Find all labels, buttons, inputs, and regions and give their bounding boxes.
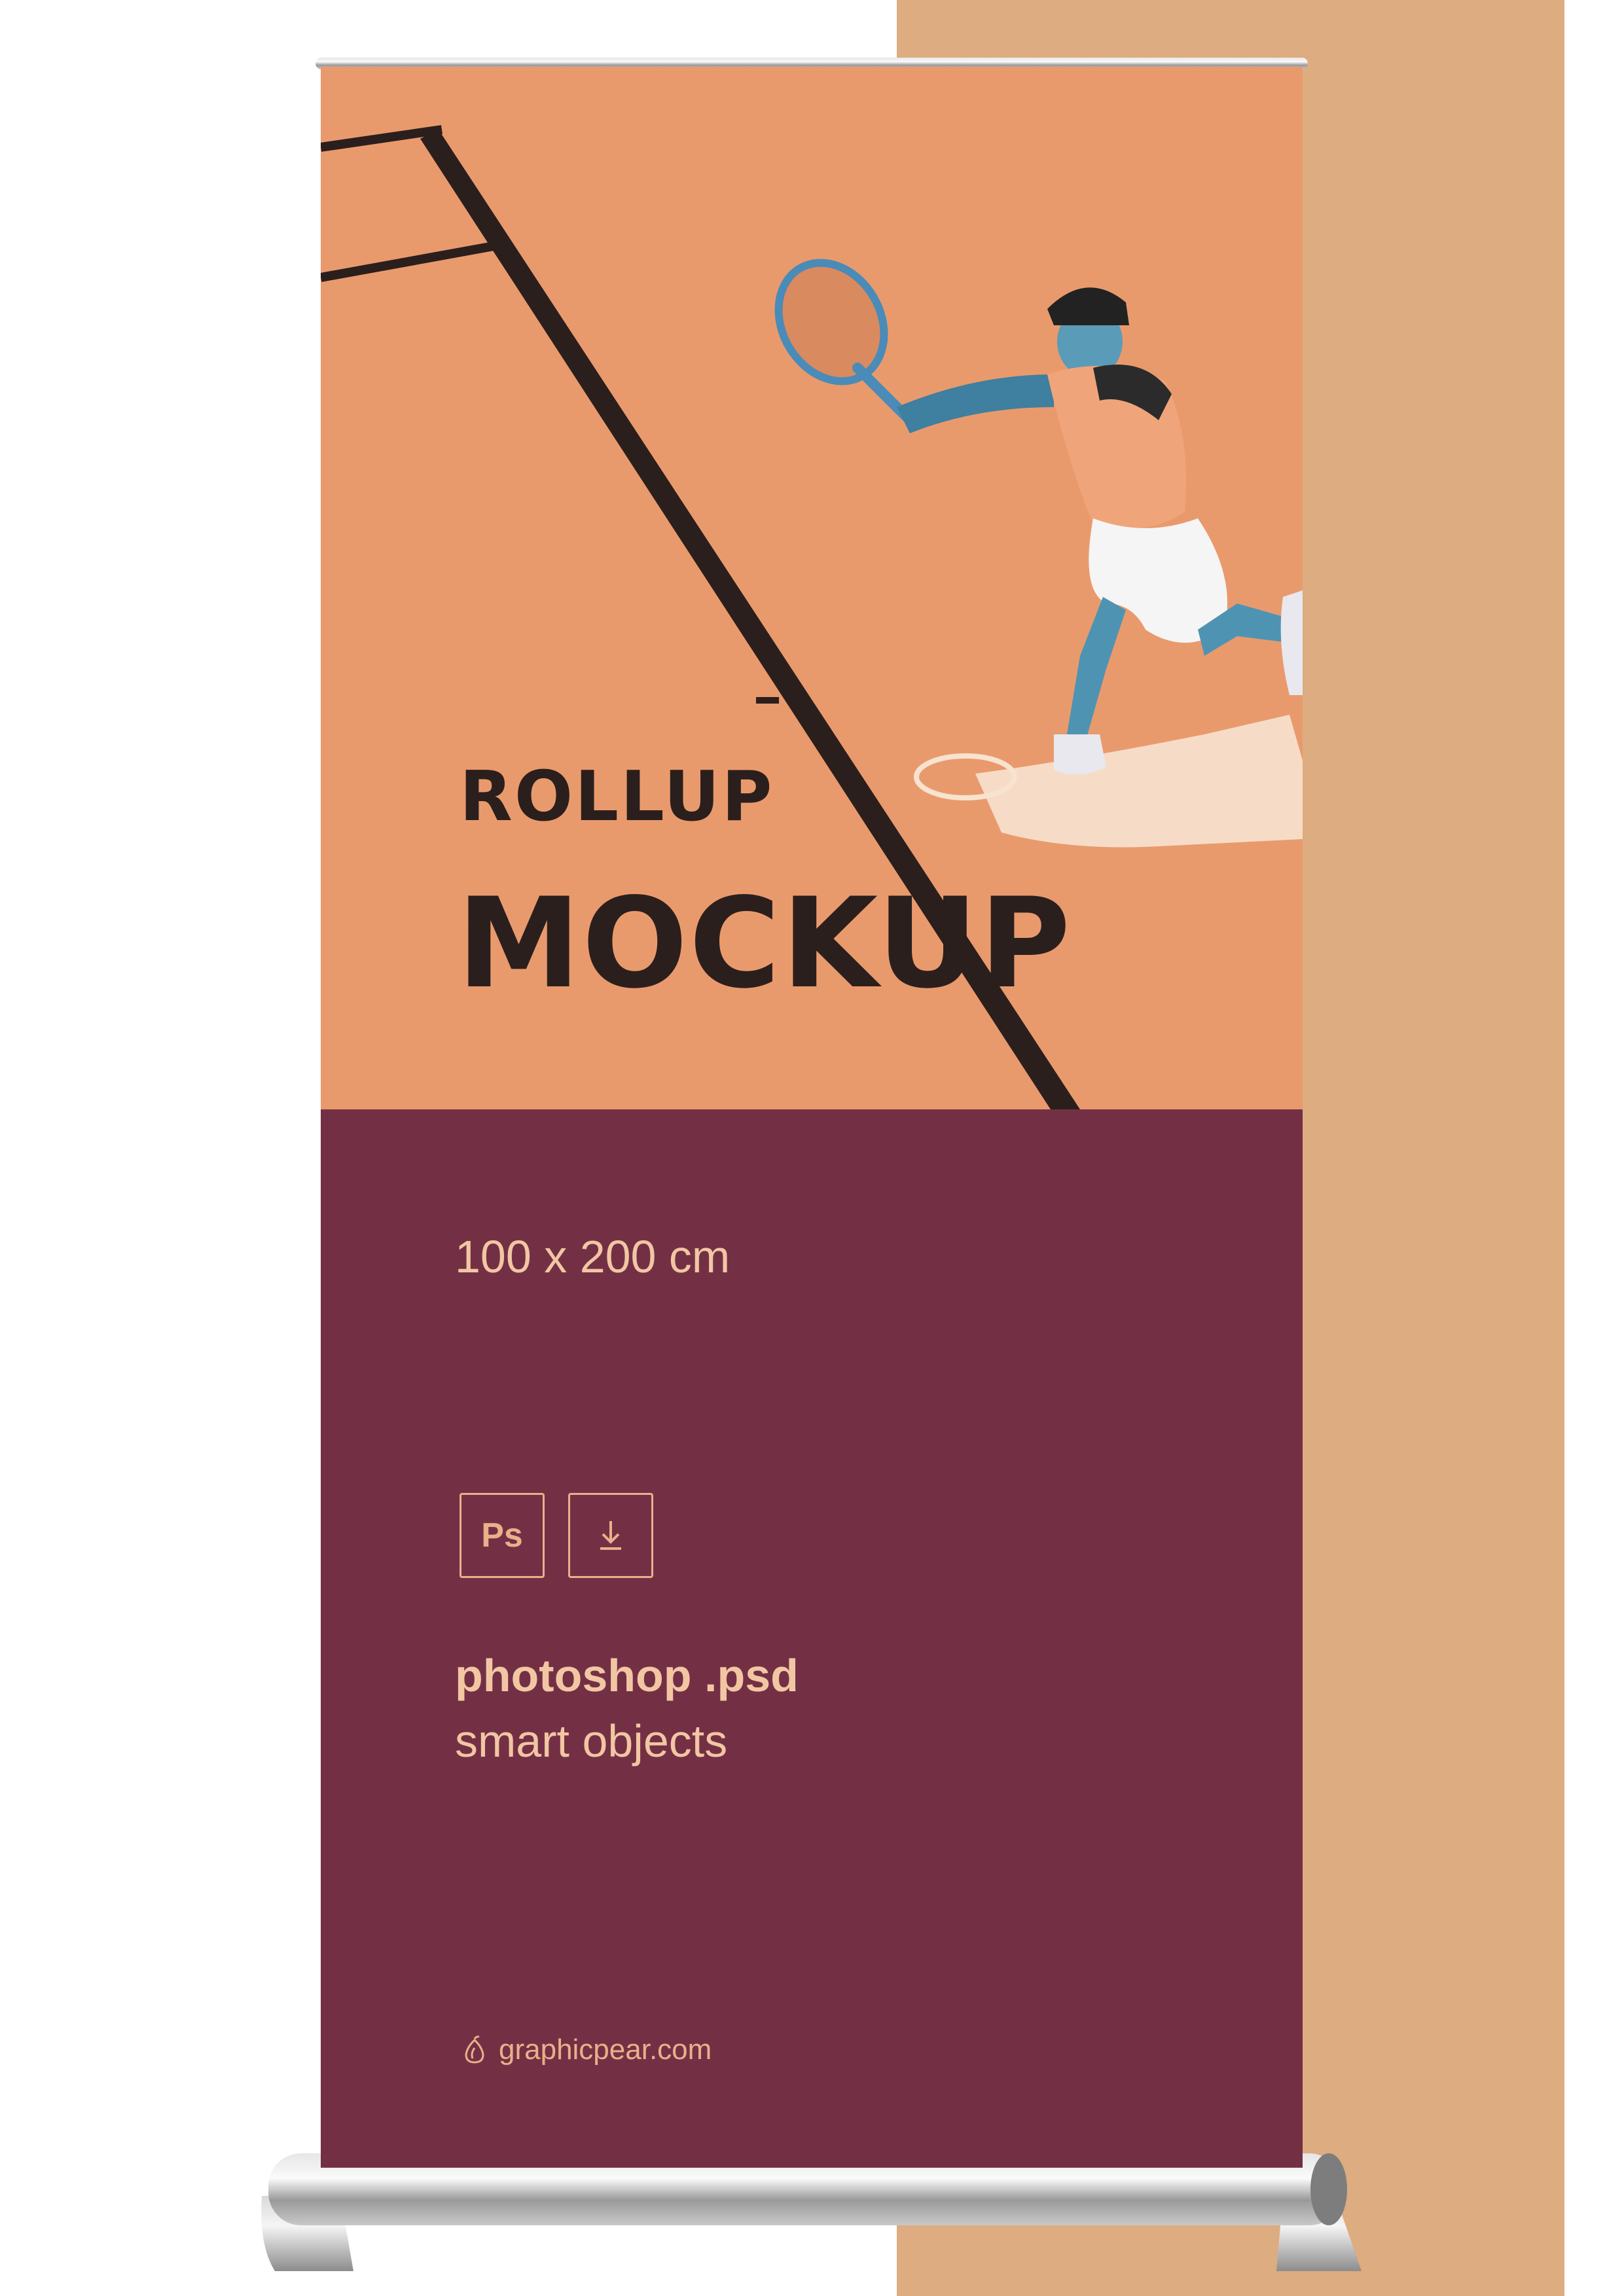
player-shadow	[975, 715, 1303, 848]
banner-info-area: 100 x 200 cm Ps photoshop .psd smart obj…	[321, 1109, 1303, 2168]
brand-footer: graphicpear.com	[460, 2034, 712, 2066]
format-sublabel: smart objects	[455, 1715, 728, 1767]
download-icon	[568, 1493, 653, 1578]
player-shoe-left	[1054, 734, 1106, 775]
base-tube-end	[1310, 2153, 1347, 2225]
rollup-banner: ROLLUP MOCKUP 100 x 200 cm Ps photoshop …	[321, 67, 1303, 2168]
player-cap	[1047, 287, 1129, 325]
player-shoe-right	[1280, 590, 1303, 695]
format-label: photoshop .psd	[455, 1650, 799, 1701]
banner-photo-area: ROLLUP MOCKUP	[321, 67, 1303, 1109]
brand-url: graphicpear.com	[499, 2034, 712, 2066]
pear-icon	[460, 2035, 490, 2065]
banner-size: 100 x 200 cm	[455, 1231, 731, 1282]
photoshop-icon-label: Ps	[481, 1516, 523, 1554]
headline-mockup: MOCKUP	[457, 871, 1072, 1016]
player-leg-left	[1067, 597, 1126, 738]
headline-rollup: ROLLUP	[460, 757, 774, 836]
player-arm	[897, 374, 1054, 433]
photoshop-icon: Ps	[460, 1493, 545, 1578]
racket-head	[774, 259, 888, 386]
court-line-left	[321, 240, 502, 282]
